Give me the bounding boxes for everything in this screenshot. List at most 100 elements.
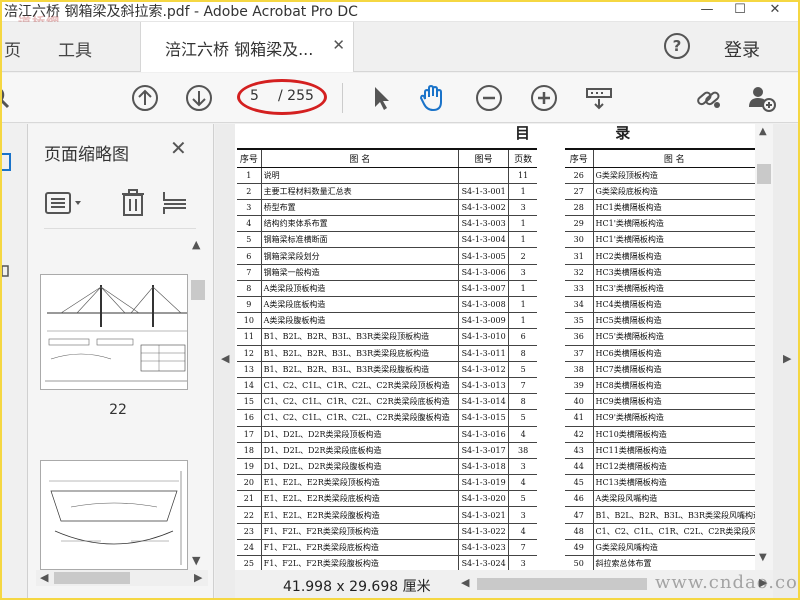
page-down-icon[interactable]: [184, 83, 214, 113]
page-count: 4: [508, 523, 537, 540]
page-count: 2: [508, 247, 537, 265]
close-tab-icon[interactable]: ✕: [332, 36, 345, 54]
page-thumbnail[interactable]: [40, 460, 188, 570]
row-number: 22: [237, 506, 262, 524]
insert-page-icon[interactable]: [160, 188, 190, 218]
scroll-down-arrow-icon[interactable]: ▼: [192, 554, 200, 567]
scroll-thumb[interactable]: [191, 280, 205, 300]
panel-vertical-scrollbar[interactable]: ▲ ▼: [190, 238, 206, 570]
scroll-up-arrow-icon[interactable]: ▲: [759, 126, 767, 137]
delete-page-icon[interactable]: [118, 188, 148, 218]
table-row: 15 C1、C2、C1L、C1R、C2L、C2R类梁段底板构造 S4-1-3-014…: [237, 393, 537, 411]
row-number: 25: [237, 555, 262, 570]
row-number: 3: [237, 199, 262, 217]
scroll-down-arrow-icon[interactable]: ▼: [759, 552, 767, 563]
add-user-icon[interactable]: [746, 83, 776, 113]
table-row: 10 A类梁段腹板构造 S4-1-3-009 1: [237, 312, 537, 330]
prev-page-arrow-icon[interactable]: ◀: [221, 352, 229, 365]
page-dimensions: 41.998 x 29.698 厘米: [283, 579, 431, 595]
row-number: 21: [237, 490, 262, 508]
row-number: 42: [565, 426, 593, 443]
tab-home[interactable]: 页: [4, 36, 21, 61]
drawing-name: B1、B2L、B2R、B3L、B3R类梁段底板构造: [260, 345, 459, 362]
drawing-name: HC13类横隔板构造: [592, 474, 755, 492]
tab-document-label: 涪江六桥 钢箱梁及...: [165, 40, 314, 59]
minimize-button[interactable]: —: [692, 0, 722, 22]
scroll-thumb[interactable]: [54, 572, 130, 584]
scroll-up-arrow-icon[interactable]: ▲: [192, 238, 200, 251]
bookmark-icon[interactable]: [0, 264, 12, 280]
scroll-thumb[interactable]: [477, 578, 647, 590]
zoom-in-icon[interactable]: [529, 83, 559, 113]
page-number-box[interactable]: 5 / 255: [237, 79, 327, 115]
drawing-name: HC6类横隔板构造: [592, 345, 755, 362]
table-row: 35 HC5类横隔板构造: [565, 312, 755, 330]
scroll-left-arrow-icon[interactable]: ◀: [461, 576, 469, 589]
row-number: 5: [237, 231, 262, 249]
row-number: 29: [565, 215, 593, 233]
page-count: 3: [508, 555, 537, 570]
table-row: 5 钢箱梁标准横断面 S4-1-3-004 1: [237, 231, 537, 249]
row-number: 6: [237, 247, 262, 265]
login-button[interactable]: 登录: [724, 36, 760, 62]
drawing-code: S4-1-3-011: [457, 345, 509, 362]
tab-tools[interactable]: 工具: [58, 36, 92, 61]
close-window-button[interactable]: ✕: [760, 0, 790, 22]
thumbnail-options-icon[interactable]: [44, 188, 81, 218]
drawing-name: HC10类横隔板构造: [592, 426, 755, 443]
page-thumbnail[interactable]: [40, 274, 188, 390]
zoom-out-icon[interactable]: [474, 83, 504, 113]
row-number: 9: [237, 296, 262, 314]
drawing-name: HC8类横隔板构造: [592, 377, 755, 395]
thumbnail-panel-icon[interactable]: [0, 152, 12, 174]
scroll-right-arrow-icon[interactable]: ▶: [194, 571, 202, 584]
page-count: 1: [508, 231, 537, 249]
drawing-name: HC1'类横隔板构造: [592, 231, 755, 249]
page-count: 3: [508, 458, 537, 476]
drawing-name: HC11类横隔板构造: [592, 442, 755, 459]
drawing-name: HC7类横隔板构造: [592, 361, 755, 378]
document-vertical-scrollbar[interactable]: ▲ ▼: [755, 124, 773, 570]
table-row: 33 HC3'类横隔板构造: [565, 280, 755, 298]
row-number: 36: [565, 328, 593, 346]
select-arrow-icon[interactable]: [366, 83, 396, 113]
drawing-name: 结构约束体系布置: [260, 215, 459, 233]
table-row: 29 HC1'类横隔板构造: [565, 215, 755, 233]
column-header: 图 名: [592, 148, 755, 168]
document-viewer[interactable]: ◀ ▶ 目 录 序号 图 名 图号 页数 1 说明 11 2 主要工程材料数量汇总表 S4…: [215, 124, 800, 600]
tab-document[interactable]: 涪江六桥 钢箱梁及... ✕: [140, 22, 354, 72]
row-number: 44: [565, 458, 593, 476]
drawing-code: S4-1-3-006: [457, 264, 509, 281]
share-link-icon[interactable]: [694, 83, 724, 113]
scroll-mode-icon[interactable]: [584, 83, 614, 113]
drawing-name: 主要工程材料数量汇总表: [260, 183, 459, 200]
drawing-code: S4-1-3-021: [457, 506, 509, 524]
maximize-button[interactable]: ☐: [725, 0, 755, 22]
page-count: 1: [508, 312, 537, 330]
drawing-code: S4-1-3-009: [457, 312, 509, 330]
drawing-code: S4-1-3-014: [457, 393, 509, 411]
row-number: 13: [237, 361, 262, 378]
help-icon[interactable]: ?: [664, 33, 690, 59]
scroll-left-arrow-icon[interactable]: ◀: [40, 571, 48, 584]
table-row: 7 钢箱梁一般构造 S4-1-3-006 3: [237, 264, 537, 281]
drawing-name: F1、F2L、F2R类梁段腹板构造: [260, 555, 459, 570]
page-count: 3: [508, 264, 537, 281]
page-up-icon[interactable]: [130, 83, 160, 113]
search-icon[interactable]: [0, 83, 16, 113]
hand-tool-icon[interactable]: [418, 83, 448, 113]
drawing-name: E1、E2L、E2R类梁段顶板构造: [260, 474, 459, 492]
panel-horizontal-scrollbar[interactable]: ◀ ▶: [36, 570, 208, 586]
row-number: 47: [565, 506, 593, 524]
thumbnail-page-label: 22: [109, 402, 127, 418]
table-row: 2 主要工程材料数量汇总表 S4-1-3-001 1: [237, 183, 537, 200]
row-number: 38: [565, 361, 593, 378]
panel-close-icon[interactable]: ✕: [170, 136, 187, 160]
drawing-name: C1、C2、C1L、C1R、C2L、C2R类梁段底板构造: [260, 393, 459, 411]
next-page-arrow-icon[interactable]: ▶: [783, 352, 791, 365]
column-header: 序号: [237, 148, 262, 168]
toc-table-right: 序号 图 名 26 G类梁段顶板构造 27 G类梁段底板构造 28 HC1类横隔板构造 29…: [565, 148, 755, 570]
row-number: 48: [565, 523, 593, 540]
scroll-thumb[interactable]: [757, 164, 771, 184]
site-watermark: www.cndao.com: [655, 572, 800, 593]
